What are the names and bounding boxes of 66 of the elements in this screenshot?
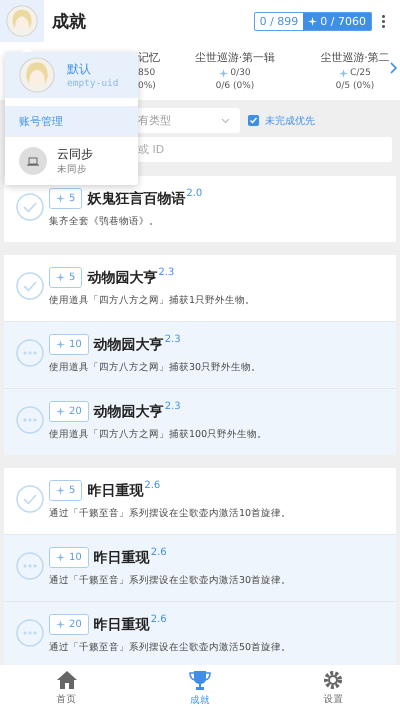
achievement-description: 集齐全套《鸮巷物语》。	[49, 215, 160, 228]
check-circle-icon[interactable]	[16, 193, 44, 221]
sparkle-icon	[56, 273, 65, 282]
check-circle-icon[interactable]	[16, 485, 44, 513]
category-tab[interactable]: 尘世巡游·第二	[320, 50, 390, 65]
version-label: 2.3	[158, 267, 174, 278]
achievement-title: 昨日重现	[94, 549, 150, 567]
checkbox[interactable]	[248, 115, 259, 126]
version-label: 2.6	[150, 547, 167, 558]
reward-badge: 20	[49, 401, 89, 422]
reward-badge: 5	[49, 480, 82, 501]
reward-badge: 10	[49, 547, 89, 568]
version-label: 2.3	[164, 334, 181, 345]
sparkle-icon	[56, 407, 65, 416]
achievement-title: 妖鬼狂言百物语	[87, 190, 186, 208]
achievement-title: 昨日重现	[87, 482, 144, 500]
avatar-icon	[19, 57, 55, 93]
category-tab[interactable]: 记忆	[138, 50, 160, 65]
achievement-description: 通过「千籁至音」系列摆设在尘歌壶内激活50首旋律。	[49, 641, 292, 654]
sparkle-icon	[56, 486, 65, 495]
nav-tab[interactable]: 首页	[0, 665, 134, 711]
category-points: 850	[138, 68, 156, 78]
sparkle-icon	[56, 620, 65, 629]
progress-badge: 0 / 899 0 / 7060	[254, 12, 372, 30]
pending-circle-icon[interactable]	[16, 406, 44, 434]
pending-circle-icon[interactable]	[16, 619, 44, 647]
check-circle-icon[interactable]	[16, 272, 44, 300]
trophy-icon	[188, 669, 212, 691]
sparkle-icon	[219, 68, 228, 78]
nav-tab[interactable]: 设置	[266, 665, 400, 711]
pending-circle-icon[interactable]	[16, 552, 44, 580]
page-title: 成就	[52, 10, 87, 32]
chevron-down-icon	[221, 118, 230, 124]
sparkle-icon	[56, 553, 65, 562]
achievement-description: 使用道具「四方八方之网」捕获100只野外生物。	[49, 428, 268, 441]
achievement-description: 通过「千籁至音」系列摆设在尘歌壶内激活10首旋律。	[49, 507, 292, 520]
sparkle-icon	[339, 68, 348, 78]
version-label: 2.0	[186, 188, 202, 199]
sparkle-icon	[56, 340, 65, 349]
sparkle-icon	[56, 194, 65, 203]
chevron-right-icon[interactable]	[390, 62, 397, 74]
version-label: 2.6	[144, 480, 160, 491]
achievement-title: 动物园大亨	[94, 336, 164, 354]
achievement-description: 使用道具「四方八方之网」捕获1只野外生物。	[49, 294, 256, 307]
sparkle-icon	[308, 16, 318, 26]
reward-badge: 5	[49, 267, 82, 288]
settings-icon	[323, 670, 344, 690]
reward-badge: 5	[49, 188, 82, 209]
category-tab[interactable]: 尘世巡游·第一辑	[194, 50, 276, 65]
achievement-title: 动物园大亨	[87, 269, 158, 287]
version-label: 2.6	[150, 614, 167, 625]
achievement-description: 通过「千籁至音」系列摆设在尘歌壶内激活30首旋律。	[49, 574, 292, 587]
checkbox-label: 未完成优先	[265, 114, 315, 128]
category-points: C/25	[350, 68, 371, 78]
achievement-title: 动物园大亨	[94, 403, 164, 421]
achievement-title: 昨日重现	[94, 616, 150, 634]
reward-badge: 20	[49, 614, 89, 635]
laptop-icon	[27, 156, 39, 166]
menu-icon[interactable]	[382, 14, 386, 28]
version-label: 2.3	[164, 401, 181, 412]
home-icon	[56, 670, 78, 690]
category-points: 0/30	[230, 68, 251, 78]
pending-circle-icon[interactable]	[16, 339, 44, 367]
achievement-description: 使用道具「四方八方之网」捕获30只野外生物。	[49, 361, 262, 374]
reward-badge: 10	[49, 334, 89, 355]
avatar-icon	[6, 5, 38, 37]
